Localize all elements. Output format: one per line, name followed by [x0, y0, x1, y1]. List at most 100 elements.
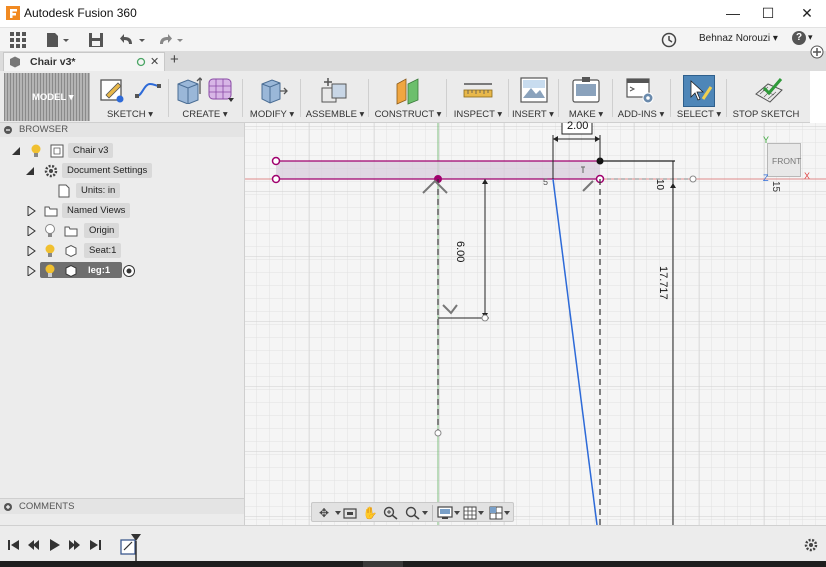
create-menu-label: CREATE ▾	[182, 109, 228, 120]
tree-item-root[interactable]: Chair v3	[0, 143, 244, 159]
comments-title: COMMENTS	[19, 501, 75, 512]
window-titlebar: Autodesk Fusion 360 — ☐ ✕	[0, 0, 826, 27]
play-icon[interactable]	[49, 539, 61, 551]
viewcube[interactable]: FRONT	[767, 143, 801, 177]
select-cursor-icon	[690, 80, 713, 101]
fit-zoom-icon[interactable]	[405, 506, 421, 520]
collapsed-triangle-icon[interactable]	[26, 246, 36, 256]
toolbar-separator	[242, 79, 243, 117]
construct-menu[interactable]: CONSTRUCT ▾	[372, 71, 444, 123]
expand-panel-icon[interactable]	[4, 503, 12, 511]
design-canvas[interactable]: 2.00 6.00 17.717 10 5 FRONT Y X Z 15	[245, 120, 826, 525]
tree-item-seat[interactable]: Seat:1	[0, 243, 244, 259]
gear-icon	[44, 164, 58, 178]
help-icon[interactable]: ?	[792, 31, 806, 45]
tree-item-label: Origin	[84, 223, 120, 238]
user-account-menu[interactable]: Behnaz Norouzi ▾	[699, 33, 778, 44]
pan-hand-icon[interactable]: ✋	[361, 505, 379, 521]
scripts-addins-icon	[626, 78, 654, 104]
dim-vertical-value[interactable]: 6.00	[454, 241, 466, 262]
redo-icon[interactable]	[158, 32, 188, 48]
sketch-point	[271, 156, 281, 166]
navbar-separator	[432, 505, 433, 521]
job-status-clock-icon[interactable]	[661, 32, 677, 48]
look-at-icon[interactable]	[343, 506, 357, 520]
file-menu-icon[interactable]	[46, 32, 70, 48]
visibility-bulb-icon[interactable]	[44, 264, 56, 278]
chevron-down-icon[interactable]	[478, 510, 484, 516]
select-menu[interactable]: SELECT ▾	[674, 71, 724, 123]
chevron-down-icon[interactable]	[454, 510, 460, 516]
ribbon-toolbar: MODEL ▾ SKETCH ▾ CREATE ▾ MODIFY ▾ ASSEM…	[0, 71, 810, 123]
component-icon	[10, 56, 20, 68]
visibility-bulb-icon[interactable]	[44, 244, 56, 258]
comments-header[interactable]: COMMENTS	[0, 498, 244, 514]
close-window-button[interactable]: ✕	[784, 0, 826, 27]
create-sketch-icon	[100, 79, 124, 103]
tree-item-document-settings[interactable]: Document Settings	[0, 163, 244, 179]
save-icon[interactable]	[88, 32, 104, 48]
toolbar-separator	[508, 79, 509, 117]
tree-item-leg[interactable]: leg:1	[0, 262, 244, 279]
browser-title: BROWSER	[19, 124, 69, 135]
collapsed-triangle-icon[interactable]	[26, 206, 36, 216]
help-menu-caret[interactable]: ▾	[808, 32, 813, 43]
collapse-panel-icon[interactable]	[4, 126, 12, 134]
activate-radio-icon[interactable]	[122, 264, 136, 278]
new-component-icon	[321, 78, 347, 103]
zoom-icon[interactable]	[383, 506, 399, 520]
expanded-triangle-icon[interactable]	[12, 146, 22, 156]
timeline-settings-gear-icon[interactable]	[804, 538, 818, 552]
dim-total-height-value[interactable]: 17.717	[657, 266, 669, 300]
data-panel-grid-icon[interactable]	[10, 32, 26, 48]
timeline-marker-icon[interactable]	[131, 533, 143, 563]
viewcube-axis-y: Y	[763, 135, 770, 145]
orbit-icon[interactable]: ✥	[315, 505, 333, 521]
document-tab[interactable]: Chair v3* ✕	[3, 52, 165, 71]
sketch-menu[interactable]: SKETCH ▾	[94, 71, 166, 123]
modify-menu[interactable]: MODIFY ▾	[246, 71, 298, 123]
chevron-down-icon[interactable]	[422, 510, 428, 516]
make-menu[interactable]: MAKE ▾	[562, 71, 610, 123]
grid-settings-icon[interactable]	[463, 506, 477, 520]
chevron-down-icon[interactable]	[335, 510, 341, 516]
viewports-icon[interactable]	[489, 506, 503, 520]
step-forward-icon[interactable]	[69, 539, 81, 551]
tree-item-units[interactable]: Units: in	[0, 183, 244, 199]
chevron-down-icon[interactable]	[504, 510, 510, 516]
timeline-bar	[0, 525, 826, 563]
assemble-menu[interactable]: ASSEMBLE ▾	[304, 71, 366, 123]
tree-item-named-views[interactable]: Named Views	[0, 203, 244, 219]
visibility-bulb-icon[interactable]	[30, 144, 42, 158]
workspace-switcher[interactable]: MODEL ▾	[4, 73, 90, 121]
expand-toolbar-plus-icon[interactable]	[810, 45, 824, 59]
step-back-icon[interactable]	[28, 539, 40, 551]
sketch-viewport[interactable]	[245, 123, 826, 525]
inspect-menu[interactable]: INSPECT ▾	[450, 71, 506, 123]
ruler-label: 15	[770, 181, 781, 193]
undo-icon[interactable]	[120, 32, 150, 48]
go-to-end-icon[interactable]	[90, 539, 102, 551]
collapsed-triangle-icon[interactable]	[26, 226, 36, 236]
visibility-bulb-off-icon[interactable]	[44, 224, 56, 238]
dim-horizontal-value[interactable]: 2.00	[567, 120, 588, 132]
new-tab-button[interactable]: +	[170, 51, 179, 68]
go-to-start-icon[interactable]	[8, 539, 20, 551]
browser-header[interactable]: BROWSER	[0, 123, 244, 137]
expanded-triangle-icon[interactable]	[26, 166, 36, 176]
stop-sketch-button[interactable]: STOP SKETCH	[730, 71, 802, 123]
toolbar-separator	[368, 79, 369, 117]
tree-item-origin[interactable]: Origin	[0, 223, 244, 239]
toolbar-separator	[670, 79, 671, 117]
create-menu[interactable]: CREATE ▾	[172, 71, 238, 123]
add-ins-menu[interactable]: ADD-INS ▾	[614, 71, 668, 123]
viewcube-face-label[interactable]: FRONT	[772, 156, 801, 166]
sketch-point	[689, 175, 697, 183]
taskbar-strip	[0, 561, 826, 567]
dim-top-short-value[interactable]: 10	[654, 179, 665, 190]
close-tab-button[interactable]: ✕	[150, 55, 159, 68]
insert-menu[interactable]: INSERT ▾	[510, 71, 556, 123]
folder-icon	[64, 226, 78, 237]
collapsed-triangle-icon[interactable]	[26, 266, 36, 276]
display-settings-icon[interactable]	[437, 506, 453, 520]
